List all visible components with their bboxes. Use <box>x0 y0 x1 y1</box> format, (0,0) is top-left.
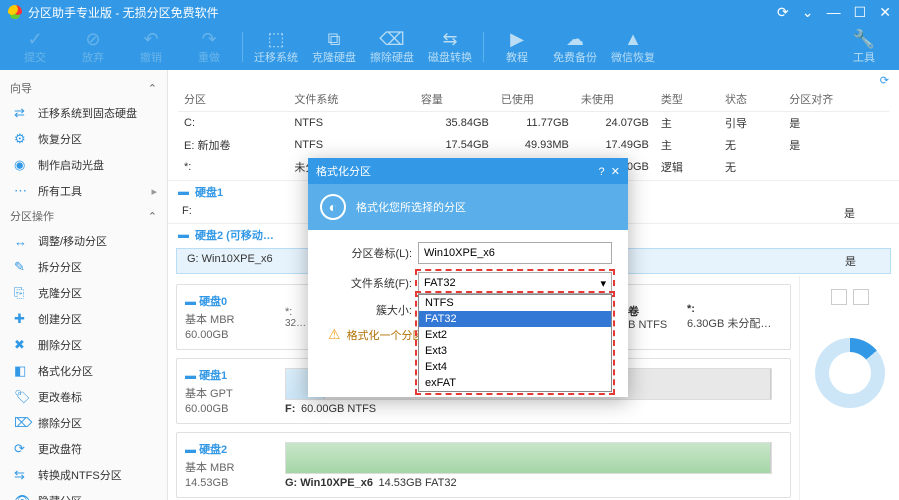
commit-button: ✓提交 <box>6 26 64 68</box>
sidebar-item-all-tools[interactable]: ⋯所有工具▸ <box>0 178 167 204</box>
sidebar-item-split[interactable]: ✎拆分分区 <box>0 254 167 280</box>
sidebar-item-migrate-ssd[interactable]: ⇄迁移系统到固态硬盘 <box>0 100 167 126</box>
dialog-titlebar[interactable]: 格式化分区 ? ✕ <box>308 158 628 184</box>
fs-option-exfat[interactable]: exFAT <box>419 375 611 391</box>
right-panel <box>799 276 899 500</box>
sidebar-item-format[interactable]: ◧格式化分区 <box>0 358 167 384</box>
clone-disk-button[interactable]: ⧉克隆硬盘 <box>305 26 363 68</box>
partition-ops-head: 分区操作 ⌃ <box>0 204 167 228</box>
sidebar-item-clone[interactable]: ⎘克隆分区 <box>0 280 167 306</box>
title-bar: 分区助手专业版 - 无损分区免费软件 ⟳ ⌄ — ☐ ✕ <box>0 0 899 24</box>
refresh-icon[interactable]: ⟳ <box>777 4 789 20</box>
sidebar-item-label[interactable]: 🏷更改卷标 <box>0 384 167 410</box>
more-icon: ⋯ <box>14 183 30 199</box>
minimize-button[interactable]: — <box>827 4 841 20</box>
app-logo-icon <box>8 5 22 19</box>
sidebar-item-hide[interactable]: 👁隐藏分区 <box>0 488 167 500</box>
wechat-recover-button[interactable]: ▲微信恢复 <box>604 26 662 68</box>
chevron-down-icon: ▾ <box>600 277 606 290</box>
tutorial-button[interactable]: ▶教程 <box>488 26 546 68</box>
app-title: 分区助手专业版 - 无损分区免费软件 <box>28 4 767 21</box>
sidebar-item-wipe[interactable]: ⌦擦除分区 <box>0 410 167 436</box>
format-dialog: 格式化分区 ? ✕ ◐ 格式化您所选择的分区 分区卷标(L): 文件系统(F):… <box>308 158 628 397</box>
redo-button: ↷重做 <box>180 26 238 68</box>
sidebar-item-make-bootable[interactable]: ◉制作启动光盘 <box>0 152 167 178</box>
sidebar: 向导 ⌃ ⇄迁移系统到固态硬盘 ⚙恢复分区 ◉制作启动光盘 ⋯所有工具▸ 分区操… <box>0 70 168 500</box>
view-list-icon[interactable] <box>853 289 869 305</box>
main-toolbar: ✓提交 ⊘放弃 ↶撤销 ↷重做 ⬚迁移系统 ⧉克隆硬盘 ⌫擦除硬盘 ⇆磁盘转换 … <box>0 24 899 70</box>
collapse-icon[interactable]: ⌃ <box>148 82 157 95</box>
cluster-size-label: 簇大小: <box>324 302 412 318</box>
sidebar-item-letter[interactable]: ⟳更改盘符 <box>0 436 167 462</box>
disk-card-2[interactable]: ▬ 硬盘2基本 MBR14.53GB G: Win10XPE_x6 14.53G… <box>176 432 791 498</box>
migrate-os-button[interactable]: ⬚迁移系统 <box>247 26 305 68</box>
sidebar-item-create[interactable]: ✚创建分区 <box>0 306 167 332</box>
tools-button[interactable]: 🔧工具 <box>835 26 893 68</box>
disk-icon: ▬ <box>178 186 189 198</box>
volume-label-input[interactable] <box>418 242 612 264</box>
filesystem-select[interactable]: FAT32▾ <box>418 272 612 294</box>
dialog-banner: ◐ 格式化您所选择的分区 <box>308 184 628 230</box>
recover-icon: ⚙ <box>14 131 30 147</box>
dropdown-icon[interactable]: ⌄ <box>802 4 814 20</box>
collapse-icon[interactable]: ⌃ <box>148 210 157 223</box>
table-row[interactable]: C:NTFS35.84GB11.77GB24.07GB主引导是 <box>178 112 889 135</box>
wipe-disk-button[interactable]: ⌫擦除硬盘 <box>363 26 421 68</box>
convert-disk-button[interactable]: ⇆磁盘转换 <box>421 26 479 68</box>
maximize-button[interactable]: ☐ <box>854 4 867 20</box>
fs-option-ext2[interactable]: Ext2 <box>419 327 611 343</box>
disk-icon: ▬ <box>178 229 189 241</box>
fs-option-ext4[interactable]: Ext4 <box>419 359 611 375</box>
warning-icon: ⚠ <box>328 326 341 343</box>
view-grid-icon[interactable] <box>831 289 847 305</box>
filesystem-label: 文件系统(F): <box>324 275 412 291</box>
fs-option-ntfs[interactable]: NTFS <box>419 295 611 311</box>
migrate-icon: ⇄ <box>14 105 30 121</box>
close-button[interactable]: ✕ <box>879 4 891 20</box>
volume-label-label: 分区卷标(L): <box>324 245 412 261</box>
disc-icon: ◉ <box>14 157 30 173</box>
discard-button: ⊘放弃 <box>64 26 122 68</box>
table-refresh-icon[interactable]: ⟳ <box>880 74 889 87</box>
dialog-close-icon[interactable]: ✕ <box>611 166 620 178</box>
fs-option-fat32[interactable]: FAT32 <box>419 311 611 327</box>
help-icon[interactable]: ? <box>599 166 605 178</box>
wizard-section-head: 向导 ⌃ <box>0 76 167 100</box>
fs-option-ext3[interactable]: Ext3 <box>419 343 611 359</box>
sidebar-item-to-ntfs[interactable]: ⇆转换成NTFS分区 <box>0 462 167 488</box>
sidebar-item-delete[interactable]: ✖删除分区 <box>0 332 167 358</box>
table-row[interactable]: E: 新加卷NTFS17.54GB49.93MB17.49GB主无是 <box>178 134 889 156</box>
undo-button: ↶撤销 <box>122 26 180 68</box>
sidebar-item-recover-partition[interactable]: ⚙恢复分区 <box>0 126 167 152</box>
format-icon: ◐ <box>320 194 346 220</box>
sidebar-item-resize[interactable]: ↔调整/移动分区 <box>0 228 167 254</box>
window-controls: ⟳ ⌄ — ☐ ✕ <box>767 4 891 21</box>
usage-donut-icon <box>815 338 885 408</box>
free-backup-button[interactable]: ☁免费备份 <box>546 26 604 68</box>
filesystem-dropdown: NTFS FAT32 Ext2 Ext3 Ext4 exFAT <box>418 294 612 392</box>
